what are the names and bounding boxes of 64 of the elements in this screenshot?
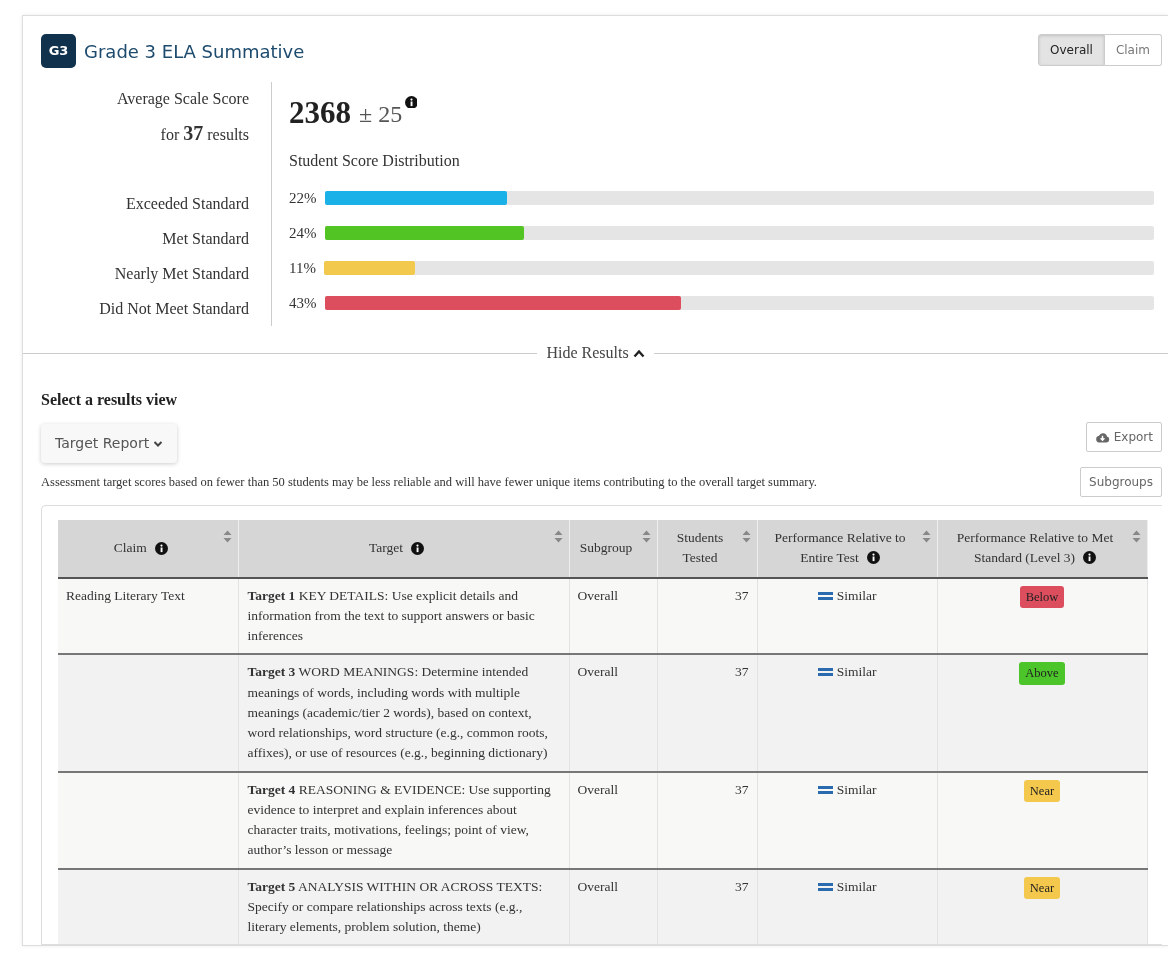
sort-icon bbox=[553, 530, 563, 543]
table-cell-text: Similar bbox=[836, 780, 877, 799]
distribution-percent: 11% bbox=[289, 258, 316, 278]
report-title: Grade 3 ELA Summative bbox=[84, 39, 305, 64]
equals-icon bbox=[817, 881, 833, 892]
sort-icon bbox=[1131, 530, 1141, 543]
column-header[interactable]: Performance Relative to Entire Test bbox=[757, 520, 937, 578]
table-cell: Overall bbox=[569, 771, 657, 869]
distribution-title: Student Score Distribution bbox=[289, 150, 461, 171]
distribution-percent: 22% bbox=[289, 188, 317, 208]
average-score: 2368 bbox=[289, 94, 351, 132]
equals-icon bbox=[817, 784, 833, 795]
distribution-label: Met Standard bbox=[161, 228, 249, 249]
table-cell: 37 bbox=[657, 654, 757, 772]
subgroups-button[interactable]: Subgroups bbox=[1080, 467, 1162, 497]
equals-icon bbox=[817, 590, 833, 601]
target-description: Target 1 KEY DETAILS: Use explicit details and information from the text to support answers or basic inferences bbox=[247, 586, 536, 645]
column-header[interactable]: Students Tested bbox=[657, 520, 757, 578]
chevron-up-icon bbox=[632, 348, 645, 358]
column-header[interactable]: Claim bbox=[58, 520, 238, 578]
status-label: Above bbox=[1019, 662, 1065, 685]
sort-icon bbox=[641, 530, 651, 543]
view-toggle-tab[interactable]: Claim bbox=[1104, 34, 1162, 66]
sort-icon bbox=[741, 530, 751, 543]
export-button[interactable]: Export bbox=[1085, 422, 1162, 452]
info-icon bbox=[405, 96, 418, 108]
table-cell: Reading Literary Text bbox=[58, 577, 238, 655]
column-header[interactable]: Target bbox=[238, 520, 569, 578]
status-label: Near bbox=[1023, 876, 1061, 900]
table-cell: 37 bbox=[657, 771, 757, 869]
status-label: Below bbox=[1019, 585, 1065, 609]
table-cell: Overall bbox=[569, 577, 657, 655]
target-description: Target 5 ANALYSIS WITHIN OR ACROSS TEXTS: Specify or compare relationships across texts (e.g., literary elements, problem solution, theme) bbox=[247, 877, 544, 936]
results-count-label: for 37 results bbox=[159, 121, 249, 146]
report-view-dropdown[interactable]: Target Report bbox=[41, 424, 178, 463]
equals-icon bbox=[817, 667, 833, 678]
sort-icon bbox=[222, 530, 232, 543]
view-toggle-tab[interactable]: Overall bbox=[1038, 34, 1105, 66]
distribution-label: Did Not Meet Standard bbox=[98, 298, 249, 319]
table-cell: 37 bbox=[657, 868, 757, 945]
chevron-down-icon bbox=[153, 439, 164, 448]
section-heading: Select a results view bbox=[41, 390, 179, 410]
sort-icon bbox=[921, 530, 931, 543]
disclaimer-text: Assessment target scores based on fewer than 50 students may be less reliable and will have fewer unique items contributing to the overall target summary. bbox=[41, 473, 817, 491]
target-description: Target 4 REASONING & EVIDENCE: Use supporting evidence to interpret and explain inferences about character traits, motivations, feelings; point of view, author’s lesson or message bbox=[247, 780, 552, 860]
column-header[interactable]: Subgroup bbox=[569, 520, 657, 578]
score-label: Average Scale Score bbox=[115, 89, 249, 110]
target-description: Target 3 WORD MEANINGS: Determine intended meanings of words, including words with multiple meanings (academic/tier 2 words), based on context, word relationships, word structure (e.g., common roots, affixes), or use of resources (e.g., beginning dictionary) bbox=[247, 663, 549, 763]
table-cell: Overall bbox=[569, 868, 657, 945]
distribution-percent: 43% bbox=[289, 293, 317, 313]
table-cell-text: Similar bbox=[836, 877, 877, 896]
hide-results-toggle[interactable]: Hide Results bbox=[537, 340, 654, 366]
column-header[interactable]: Performance Relative to Met Standard (Level 3) bbox=[937, 520, 1147, 578]
table-cell-text: Similar bbox=[836, 586, 877, 605]
status-label: Near bbox=[1023, 779, 1061, 803]
distribution-label: Exceeded Standard bbox=[124, 193, 249, 214]
table-cell-text: Similar bbox=[836, 663, 877, 682]
score-error-margin: ± 25 bbox=[359, 100, 403, 129]
table-cell: 37 bbox=[657, 577, 757, 655]
grade-badge: G3 bbox=[41, 34, 76, 68]
table-cell: Overall bbox=[569, 654, 657, 772]
distribution-label: Nearly Met Standard bbox=[113, 263, 249, 285]
distribution-percent: 24% bbox=[289, 223, 317, 243]
cloud-download-icon bbox=[1094, 431, 1110, 443]
